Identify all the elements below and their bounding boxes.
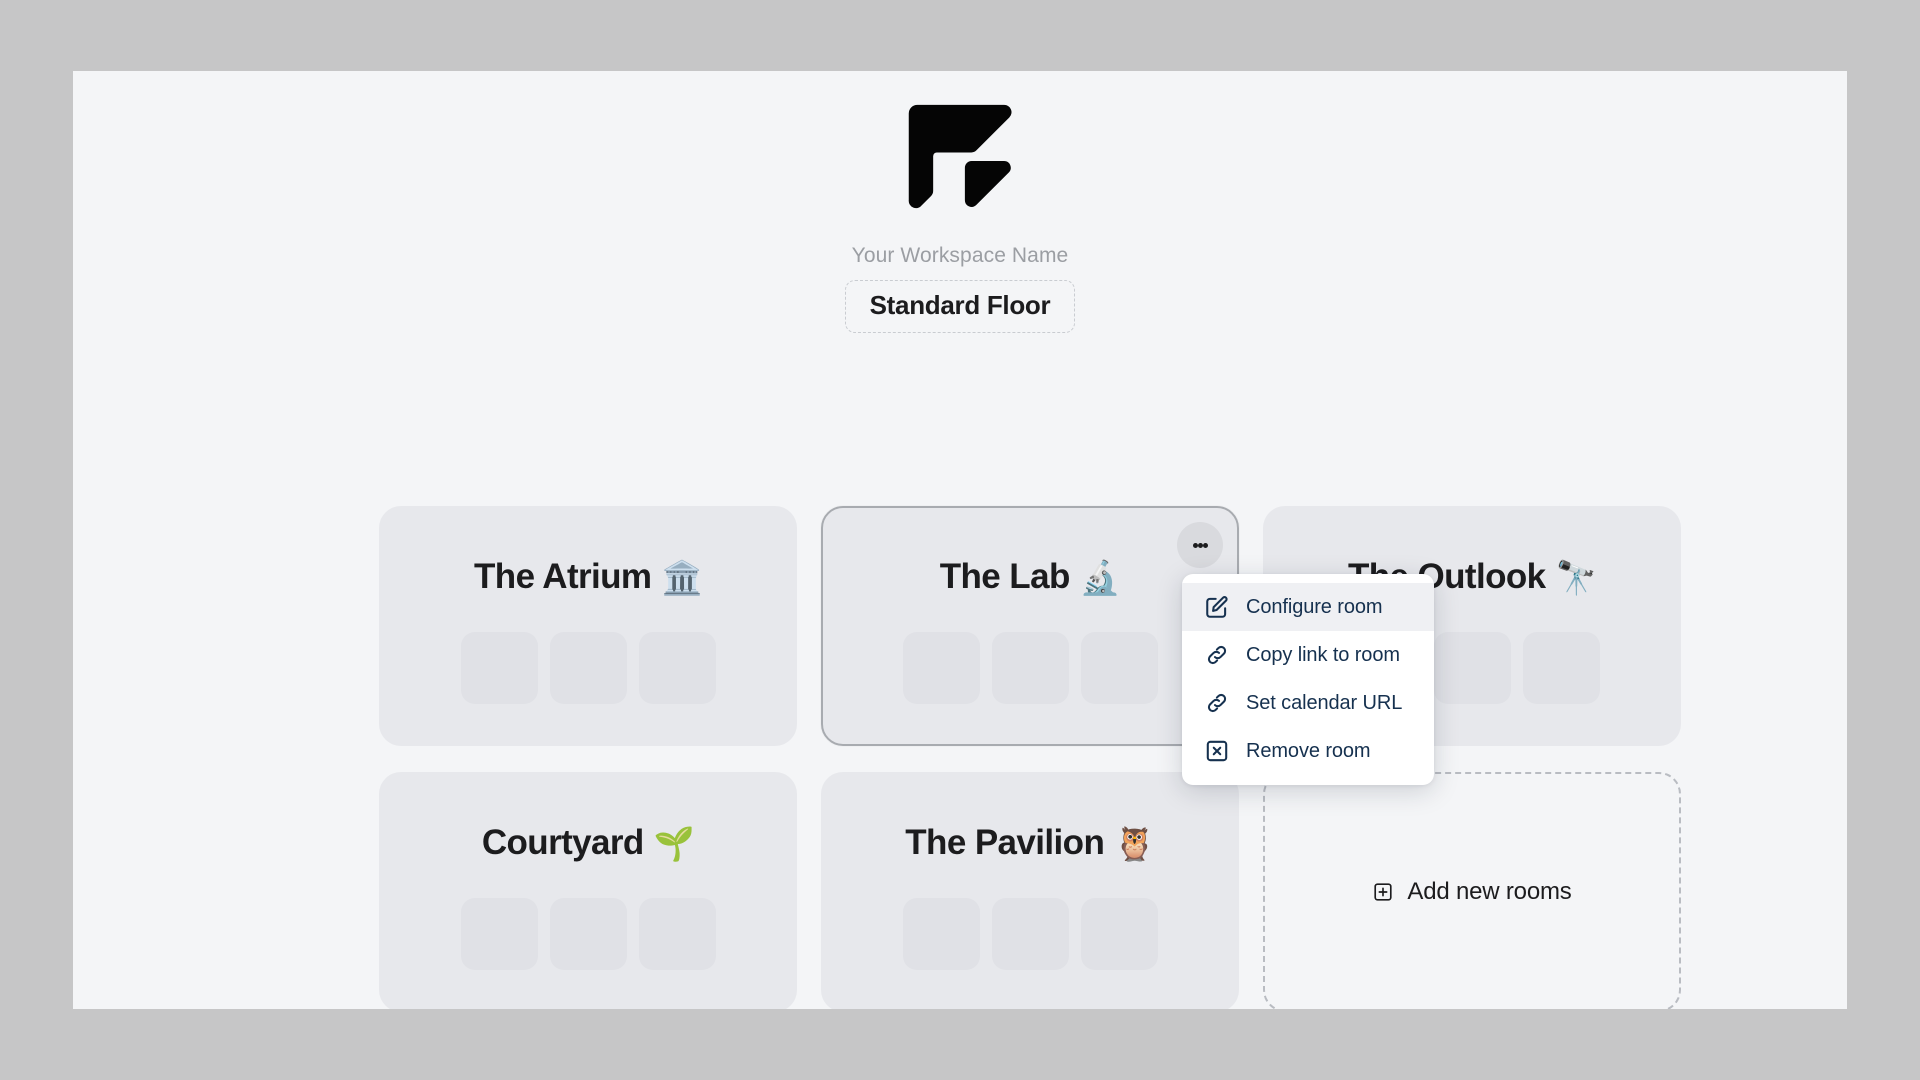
add-new-rooms-label: Add new rooms <box>1407 878 1572 905</box>
room-slot[interactable] <box>1080 898 1158 970</box>
three-dots-vertical-icon <box>1192 542 1198 548</box>
room-slot-row <box>460 632 716 704</box>
close-square-icon <box>1206 740 1228 762</box>
menu-item-label: Configure room <box>1246 595 1383 618</box>
seedling-emoji: 🌱 <box>653 824 695 862</box>
three-dots-vertical-icon <box>1197 542 1203 548</box>
room-name: The Atrium <box>474 557 652 596</box>
menu-item-set-calendar-url[interactable]: Set calendar URL <box>1182 679 1434 727</box>
room-slot-row <box>902 898 1158 970</box>
owl-emoji: 🦉 <box>1114 824 1155 862</box>
room-slot[interactable] <box>549 632 627 704</box>
room-title: The Atrium 🏛️ <box>474 557 703 597</box>
link-icon <box>1207 693 1227 713</box>
classical-building-emoji: 🏛️ <box>661 558 702 596</box>
workspace-logo <box>908 104 1012 209</box>
room-slot[interactable] <box>460 632 538 704</box>
app-window: Your Workspace Name Standard Floor The A… <box>73 71 1847 1009</box>
workspace-name: Your Workspace Name <box>851 244 1069 267</box>
room-slot[interactable] <box>1433 632 1511 704</box>
room-slot[interactable] <box>902 632 980 704</box>
room-slot[interactable] <box>638 632 716 704</box>
three-dots-vertical-icon <box>1202 542 1208 548</box>
menu-item-copy-link-to-room[interactable]: Copy link to room <box>1182 631 1434 679</box>
rooms-grid: The Atrium 🏛️ The Lab 🔬 The Outlook 🔭 Co… <box>379 506 1681 1009</box>
floor-selector[interactable]: Standard Floor <box>844 280 1076 333</box>
room-card[interactable]: Courtyard 🌱 <box>379 772 797 1009</box>
menu-item-label: Copy link to room <box>1246 643 1400 666</box>
menu-item-remove-room[interactable]: Remove room <box>1182 727 1434 775</box>
room-title: The Pavilion 🦉 <box>905 823 1155 863</box>
workspace-header: Your Workspace Name Standard Floor <box>73 71 1847 333</box>
room-name: The Pavilion <box>905 823 1105 862</box>
microscope-emoji: 🔬 <box>1079 558 1121 596</box>
room-slot[interactable] <box>991 898 1069 970</box>
room-slot[interactable] <box>902 898 980 970</box>
room-slot[interactable] <box>991 632 1069 704</box>
room-name: The Lab <box>939 557 1071 596</box>
add-new-rooms-button[interactable]: Add new rooms <box>1263 772 1681 1009</box>
room-card[interactable]: The Atrium 🏛️ <box>379 506 797 746</box>
room-slot[interactable] <box>638 898 716 970</box>
room-slot[interactable] <box>1522 632 1600 704</box>
room-name: Courtyard <box>481 823 644 862</box>
telescope-emoji: 🔭 <box>1555 558 1597 596</box>
room-slot[interactable] <box>460 898 538 970</box>
room-title: Courtyard 🌱 <box>481 823 695 863</box>
room-slot-row <box>902 632 1158 704</box>
edit-square-icon <box>1206 596 1228 618</box>
menu-item-label: Set calendar URL <box>1246 691 1403 714</box>
room-menu-button[interactable] <box>1177 522 1223 568</box>
room-slot-row <box>460 898 716 970</box>
room-context-menu: Configure room Copy link to room Set cal… <box>1182 574 1434 785</box>
room-slot[interactable] <box>549 898 627 970</box>
menu-item-label: Remove room <box>1246 739 1371 762</box>
link-icon <box>1207 645 1227 665</box>
square-plus-icon <box>1374 883 1393 901</box>
menu-item-configure-room[interactable]: Configure room <box>1182 583 1434 631</box>
add-new-rooms-inner: Add new rooms <box>1372 878 1572 906</box>
room-slot[interactable] <box>1080 632 1158 704</box>
room-card[interactable]: The Pavilion 🦉 <box>821 772 1239 1009</box>
room-card-selected[interactable]: The Lab 🔬 <box>821 506 1239 746</box>
room-title: The Lab 🔬 <box>939 557 1121 597</box>
